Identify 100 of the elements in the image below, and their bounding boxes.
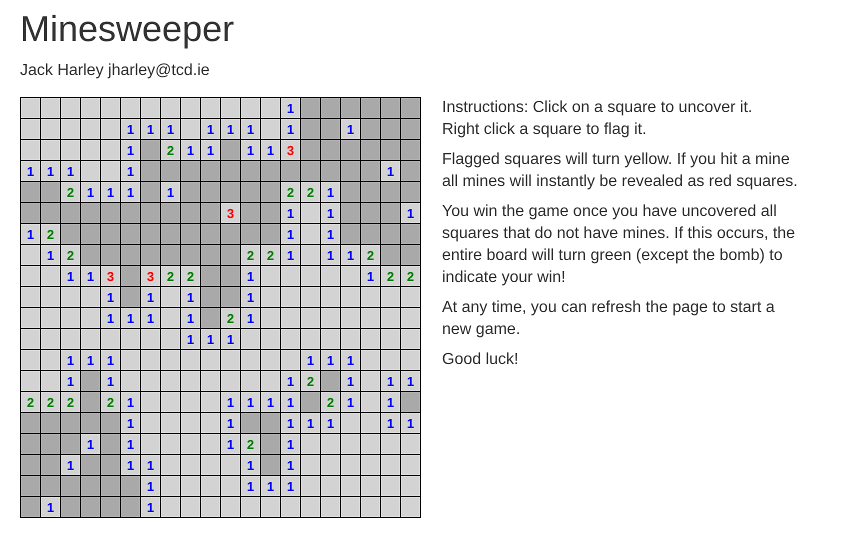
- grid-square[interactable]: 2: [241, 245, 260, 265]
- grid-square[interactable]: 2: [261, 245, 280, 265]
- grid-square[interactable]: [221, 224, 240, 244]
- grid-square[interactable]: [281, 266, 300, 286]
- grid-square[interactable]: [161, 350, 180, 370]
- grid-square[interactable]: [41, 119, 60, 139]
- grid-square[interactable]: 1: [281, 455, 300, 475]
- grid-square[interactable]: [161, 497, 180, 517]
- grid-square[interactable]: [221, 161, 240, 181]
- grid-square[interactable]: 1: [261, 392, 280, 412]
- grid-square[interactable]: 1: [61, 266, 80, 286]
- grid-square[interactable]: 1: [221, 413, 240, 433]
- grid-square[interactable]: [281, 161, 300, 181]
- grid-square[interactable]: 1: [101, 287, 120, 307]
- grid-square[interactable]: [41, 140, 60, 160]
- grid-square[interactable]: 1: [241, 455, 260, 475]
- grid-square[interactable]: [201, 308, 220, 328]
- grid-square[interactable]: 2: [321, 392, 340, 412]
- grid-square[interactable]: [161, 434, 180, 454]
- grid-square[interactable]: [81, 161, 100, 181]
- grid-square[interactable]: [21, 371, 40, 391]
- grid-square[interactable]: [61, 119, 80, 139]
- grid-square[interactable]: [301, 455, 320, 475]
- grid-square[interactable]: [61, 287, 80, 307]
- grid-square[interactable]: [241, 203, 260, 223]
- grid-square[interactable]: 1: [161, 119, 180, 139]
- grid-square[interactable]: [241, 329, 260, 349]
- grid-square[interactable]: 1: [141, 308, 160, 328]
- grid-square[interactable]: [61, 476, 80, 496]
- grid-square[interactable]: [181, 413, 200, 433]
- grid-square[interactable]: 1: [321, 203, 340, 223]
- grid-square[interactable]: 2: [221, 308, 240, 328]
- grid-square[interactable]: [81, 497, 100, 517]
- grid-square[interactable]: 1: [101, 182, 120, 202]
- grid-square[interactable]: 1: [401, 203, 420, 223]
- grid-square[interactable]: [161, 371, 180, 391]
- grid-square[interactable]: [321, 287, 340, 307]
- grid-square[interactable]: [281, 287, 300, 307]
- grid-square[interactable]: [261, 497, 280, 517]
- grid-square[interactable]: [141, 203, 160, 223]
- grid-square[interactable]: [401, 350, 420, 370]
- grid-square[interactable]: 1: [241, 119, 260, 139]
- grid-square[interactable]: [221, 182, 240, 202]
- grid-square[interactable]: [141, 98, 160, 118]
- grid-square[interactable]: 1: [141, 287, 160, 307]
- grid-square[interactable]: [241, 98, 260, 118]
- grid-square[interactable]: [341, 497, 360, 517]
- grid-square[interactable]: [21, 455, 40, 475]
- grid-square[interactable]: [321, 497, 340, 517]
- grid-square[interactable]: [201, 182, 220, 202]
- grid-square[interactable]: [241, 413, 260, 433]
- grid-square[interactable]: [401, 161, 420, 181]
- grid-square[interactable]: 2: [161, 140, 180, 160]
- grid-square[interactable]: [321, 119, 340, 139]
- grid-square[interactable]: 1: [81, 350, 100, 370]
- grid-square[interactable]: 2: [301, 371, 320, 391]
- grid-square[interactable]: [261, 182, 280, 202]
- grid-square[interactable]: [201, 203, 220, 223]
- grid-square[interactable]: [341, 476, 360, 496]
- grid-square[interactable]: [81, 98, 100, 118]
- grid-square[interactable]: 2: [61, 182, 80, 202]
- grid-square[interactable]: [381, 497, 400, 517]
- grid-square[interactable]: [41, 413, 60, 433]
- grid-square[interactable]: [261, 224, 280, 244]
- grid-square[interactable]: [261, 350, 280, 370]
- grid-square[interactable]: [41, 455, 60, 475]
- grid-square[interactable]: 1: [121, 413, 140, 433]
- grid-square[interactable]: [201, 245, 220, 265]
- grid-square[interactable]: [301, 245, 320, 265]
- grid-square[interactable]: [21, 497, 40, 517]
- grid-square[interactable]: [141, 350, 160, 370]
- grid-square[interactable]: [121, 350, 140, 370]
- grid-square[interactable]: 2: [41, 392, 60, 412]
- grid-square[interactable]: [121, 266, 140, 286]
- grid-square[interactable]: [181, 203, 200, 223]
- grid-square[interactable]: [361, 308, 380, 328]
- grid-square[interactable]: [381, 329, 400, 349]
- grid-square[interactable]: [161, 203, 180, 223]
- grid-square[interactable]: 1: [281, 434, 300, 454]
- grid-square[interactable]: [81, 203, 100, 223]
- grid-square[interactable]: [341, 182, 360, 202]
- grid-square[interactable]: [261, 98, 280, 118]
- grid-square[interactable]: [201, 392, 220, 412]
- grid-square[interactable]: [121, 329, 140, 349]
- grid-square[interactable]: [41, 434, 60, 454]
- grid-square[interactable]: 1: [381, 371, 400, 391]
- grid-square[interactable]: [161, 98, 180, 118]
- grid-square[interactable]: [61, 140, 80, 160]
- grid-square[interactable]: [341, 161, 360, 181]
- grid-square[interactable]: [61, 413, 80, 433]
- grid-square[interactable]: 1: [241, 287, 260, 307]
- grid-square[interactable]: 2: [181, 266, 200, 286]
- grid-square[interactable]: [341, 224, 360, 244]
- grid-square[interactable]: [121, 287, 140, 307]
- grid-square[interactable]: [41, 329, 60, 349]
- grid-square[interactable]: 1: [21, 224, 40, 244]
- grid-square[interactable]: [401, 392, 420, 412]
- grid-square[interactable]: [21, 98, 40, 118]
- grid-square[interactable]: [321, 98, 340, 118]
- grid-square[interactable]: [201, 224, 220, 244]
